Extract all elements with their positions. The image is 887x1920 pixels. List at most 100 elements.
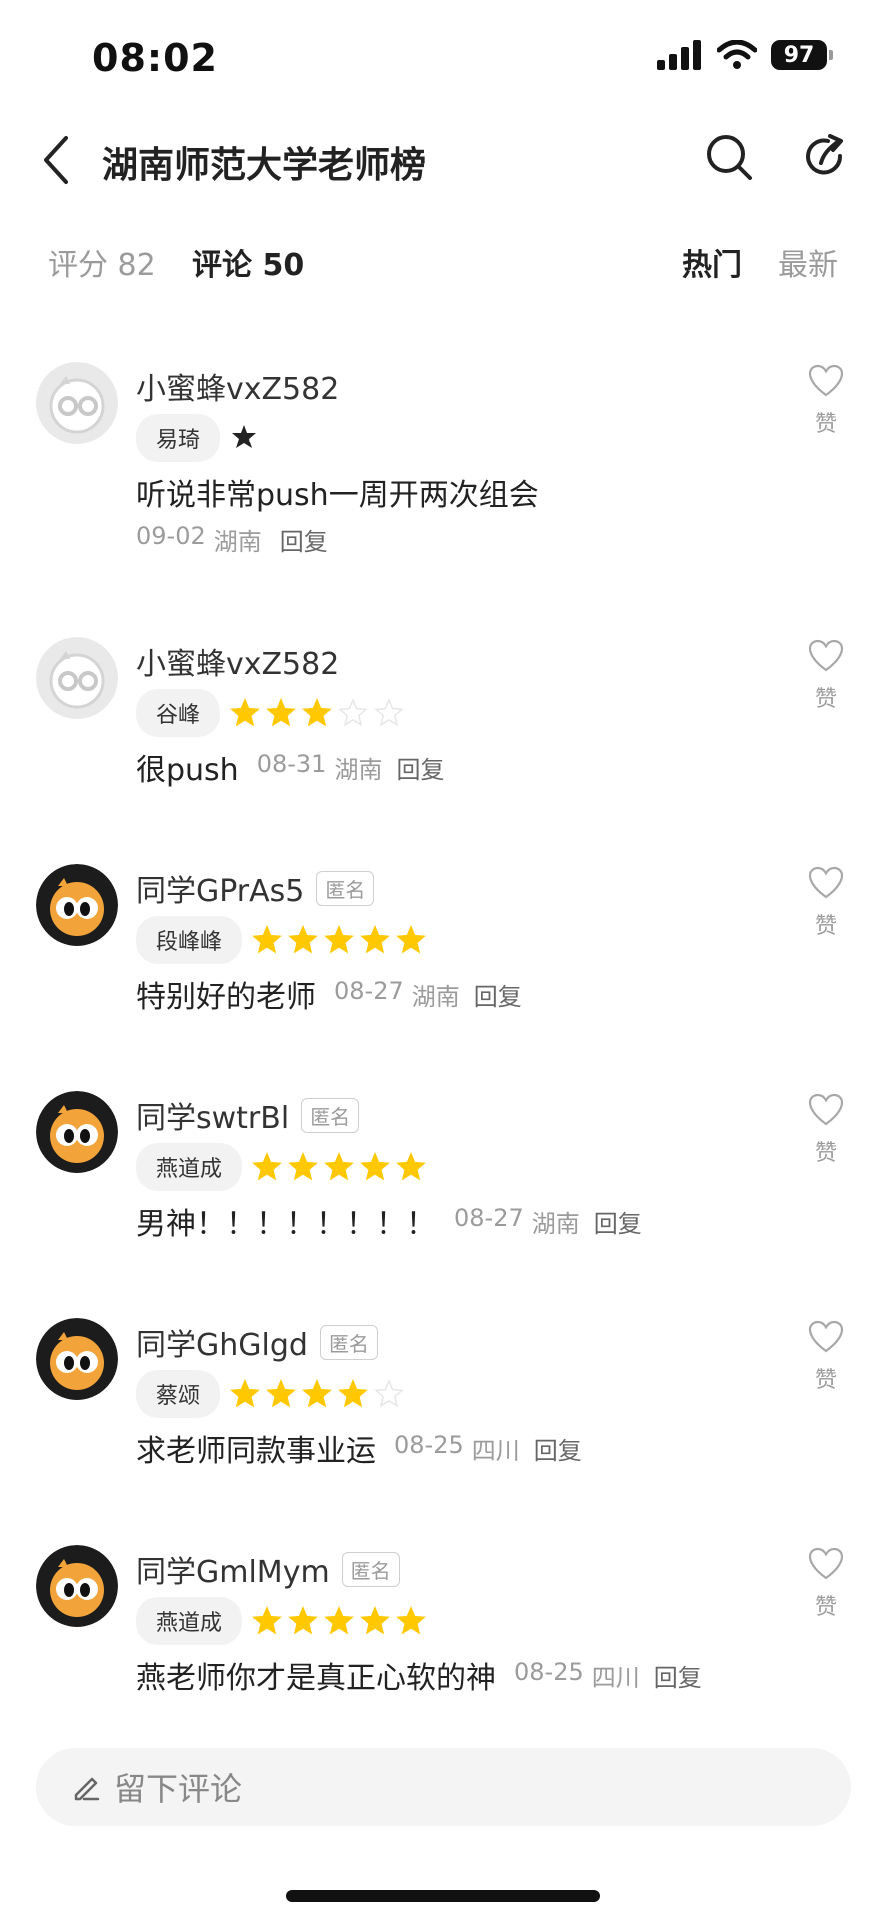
teacher-rating-row: 燕道成 — [136, 1597, 426, 1645]
cellular-signal-icon — [657, 40, 701, 70]
nav-header: 湖南师范大学老师榜 — [0, 120, 887, 200]
like-button[interactable]: 赞 — [806, 1547, 846, 1621]
reply-button[interactable]: 回复 — [474, 977, 522, 1012]
bee-avatar[interactable] — [36, 362, 118, 444]
comment-region: 湖南 — [411, 982, 460, 1011]
anonymous-owl-avatar[interactable] — [36, 1318, 118, 1400]
tabs-row: 评分 82 评论 50 热门 最新 — [0, 240, 887, 300]
comment-username[interactable]: 小蜜蜂vxZ582 — [136, 364, 339, 408]
like-label: 赞 — [814, 687, 837, 712]
comment-region: 湖南 — [531, 1209, 580, 1238]
comment-text: 燕老师你才是真正心软的神 — [136, 1661, 496, 1696]
pen-icon — [74, 1777, 100, 1801]
comment-date: 08-25 — [394, 1430, 464, 1459]
anonymous-badge: 匿名 — [301, 1097, 360, 1133]
status-time: 08:02 — [92, 36, 218, 80]
comment-body: 男神！！！！！！！！ 08-27 湖南 回复 — [136, 1199, 642, 1243]
comment-input[interactable]: 留下评论 — [36, 1748, 851, 1826]
like-label: 赞 — [814, 914, 837, 939]
like-label: 赞 — [814, 1141, 837, 1166]
star-filled-icon — [396, 925, 426, 954]
star-empty-icon — [374, 1379, 404, 1408]
star-filled-icon — [302, 698, 332, 727]
comment-username[interactable]: 同学GPrAs5 — [136, 866, 304, 910]
teacher-tag[interactable]: 燕道成 — [136, 1143, 243, 1191]
star-filled-icon — [396, 1606, 426, 1635]
heart-icon — [808, 364, 844, 397]
like-button[interactable]: 赞 — [806, 639, 846, 713]
teacher-rating-row: 燕道成 — [136, 1143, 426, 1191]
reply-button[interactable]: 回复 — [654, 1658, 702, 1693]
reply-button[interactable]: 回复 — [280, 522, 328, 557]
comment-region: 四川 — [591, 1663, 640, 1692]
comment-date: 08-25 — [514, 1657, 584, 1686]
like-button[interactable]: 赞 — [806, 364, 846, 438]
comment-username[interactable]: 同学GhGlgd — [136, 1320, 308, 1364]
search-icon[interactable] — [704, 132, 754, 182]
comment-username[interactable]: 同学GmlMym — [136, 1547, 330, 1591]
star-filled-icon — [252, 1152, 282, 1181]
teacher-rating-row: 蔡颂 — [136, 1370, 404, 1418]
teacher-tag[interactable]: 段峰峰 — [136, 916, 243, 964]
back-arrow-icon[interactable] — [36, 132, 76, 188]
heart-icon — [808, 1093, 844, 1126]
comment-username[interactable]: 同学swtrBl — [136, 1093, 289, 1137]
comment-header: 同学GhGlgd 匿名 — [136, 1320, 378, 1364]
reply-button[interactable]: 回复 — [396, 750, 444, 785]
star-filled-icon — [324, 925, 354, 954]
comment-body: 燕老师你才是真正心软的神 08-25 四川 回复 — [136, 1653, 702, 1697]
comment-date-region: 09-02 湖南 — [136, 522, 262, 557]
comment-header: 同学GPrAs5 匿名 — [136, 866, 375, 910]
bee-avatar[interactable] — [36, 637, 118, 719]
star-rating — [252, 1606, 426, 1636]
comment-header: 同学GmlMym 匿名 — [136, 1547, 400, 1591]
comment-date-region: 08-31 湖南 — [257, 750, 383, 785]
like-button[interactable]: 赞 — [806, 1320, 846, 1394]
teacher-tag[interactable]: 易琦 — [136, 414, 221, 462]
star-filled-icon — [324, 1152, 354, 1181]
like-button[interactable]: 赞 — [806, 1093, 846, 1167]
reply-button[interactable]: 回复 — [594, 1204, 642, 1239]
comment-text: 特别好的老师 — [136, 980, 316, 1015]
teacher-tag[interactable]: 蔡颂 — [136, 1370, 221, 1418]
star-empty-icon — [338, 698, 368, 727]
sort-hot[interactable]: 热门 — [682, 240, 742, 284]
page-title: 湖南师范大学老师榜 — [102, 145, 427, 186]
sort-new[interactable]: 最新 — [778, 240, 838, 284]
reply-button[interactable]: 回复 — [534, 1431, 582, 1466]
comment-body: 听说非常push一周开两次组会 — [136, 470, 539, 514]
anonymous-owl-avatar[interactable] — [36, 864, 118, 946]
star-filled-icon — [288, 925, 318, 954]
star-filled-icon — [252, 925, 282, 954]
battery-indicator: 97 — [771, 40, 833, 70]
like-button[interactable]: 赞 — [806, 866, 846, 940]
tab-comment[interactable]: 评论 50 — [192, 240, 304, 284]
like-label: 赞 — [814, 412, 837, 437]
anonymous-owl-avatar[interactable] — [36, 1545, 118, 1627]
comment-meta: 09-02 湖南 回复 — [136, 522, 328, 557]
comment-header: 同学swtrBl 匿名 — [136, 1093, 360, 1137]
anonymous-owl-avatar[interactable] — [36, 1091, 118, 1173]
comment-username[interactable]: 小蜜蜂vxZ582 — [136, 639, 339, 683]
star-filled-icon — [252, 1606, 282, 1635]
comment-region: 四川 — [471, 1436, 520, 1465]
star-filled-icon — [288, 1606, 318, 1635]
share-icon[interactable] — [800, 132, 850, 182]
anonymous-badge: 匿名 — [341, 1551, 400, 1587]
comment-date-region: 08-27 湖南 — [334, 977, 460, 1012]
star-filled-icon — [324, 1606, 354, 1635]
teacher-rating-row: 谷峰 — [136, 689, 404, 737]
star-filled-icon — [360, 1606, 390, 1635]
tab-score[interactable]: 评分 82 — [48, 240, 156, 284]
star-empty-icon — [374, 698, 404, 727]
star-filled-icon — [360, 925, 390, 954]
teacher-tag[interactable]: 谷峰 — [136, 689, 221, 737]
like-label: 赞 — [814, 1368, 837, 1393]
teacher-rating-row: 段峰峰 — [136, 916, 426, 964]
comment-body: 很push 08-31 湖南 回复 — [136, 745, 444, 789]
teacher-tag[interactable]: 燕道成 — [136, 1597, 243, 1645]
heart-icon — [808, 866, 844, 899]
comment-region: 湖南 — [334, 755, 383, 784]
anonymous-badge: 匿名 — [316, 870, 375, 906]
star-filled-icon — [396, 1152, 426, 1181]
